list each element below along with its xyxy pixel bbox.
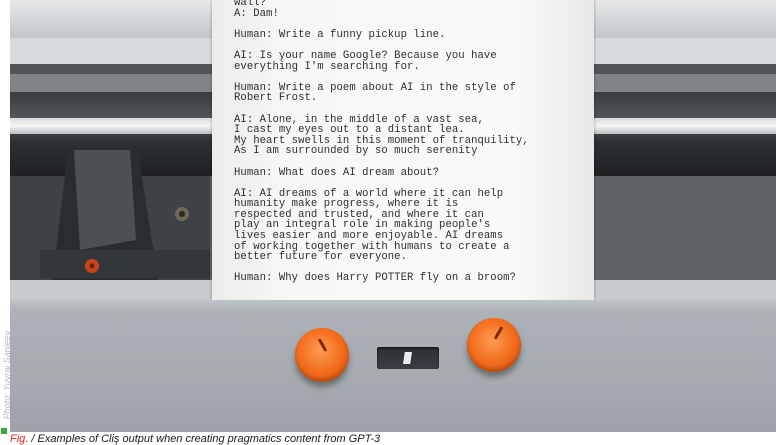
typed-line: everything I'm searching for. bbox=[234, 60, 420, 73]
right-knob[interactable] bbox=[467, 318, 521, 372]
typed-line: better future for everyone. bbox=[234, 251, 407, 264]
figure-caption: Fig. / Examples of Cliş output when crea… bbox=[10, 433, 380, 445]
typed-line: Human: Write a funny pickup line. bbox=[234, 28, 446, 41]
typed-conversation: wall? A: Dam! Human: Write a funny pickup … bbox=[234, 0, 584, 284]
typed-line: wall? bbox=[234, 0, 267, 9]
paper-sheet: wall? A: Dam! Human: Write a funny pickup … bbox=[212, 0, 594, 300]
caption-text: / Examples of Cliş output when creating … bbox=[31, 433, 381, 445]
display-glyph bbox=[403, 352, 412, 364]
typed-line: As I am surrounded by so much serenity bbox=[234, 145, 478, 158]
typed-line: A: Dam! bbox=[234, 7, 279, 20]
photo: wall? A: Dam! Human: Write a funny pickup … bbox=[10, 0, 776, 432]
photo-credit: Photo: Yuvraj Sanjeev bbox=[2, 330, 12, 420]
credit-mark bbox=[1, 428, 7, 434]
indicator-display bbox=[377, 347, 439, 369]
typed-line: AI: Is your name Google? Because you hav… bbox=[234, 49, 497, 62]
typed-line: Robert Frost. bbox=[234, 92, 318, 105]
typed-line: Human: What does AI dream about? bbox=[234, 166, 440, 179]
left-knob[interactable] bbox=[295, 328, 349, 382]
caption-label: Fig. bbox=[10, 433, 32, 445]
typed-line: Human: Why does Harry POTTER fly on a br… bbox=[234, 272, 516, 285]
